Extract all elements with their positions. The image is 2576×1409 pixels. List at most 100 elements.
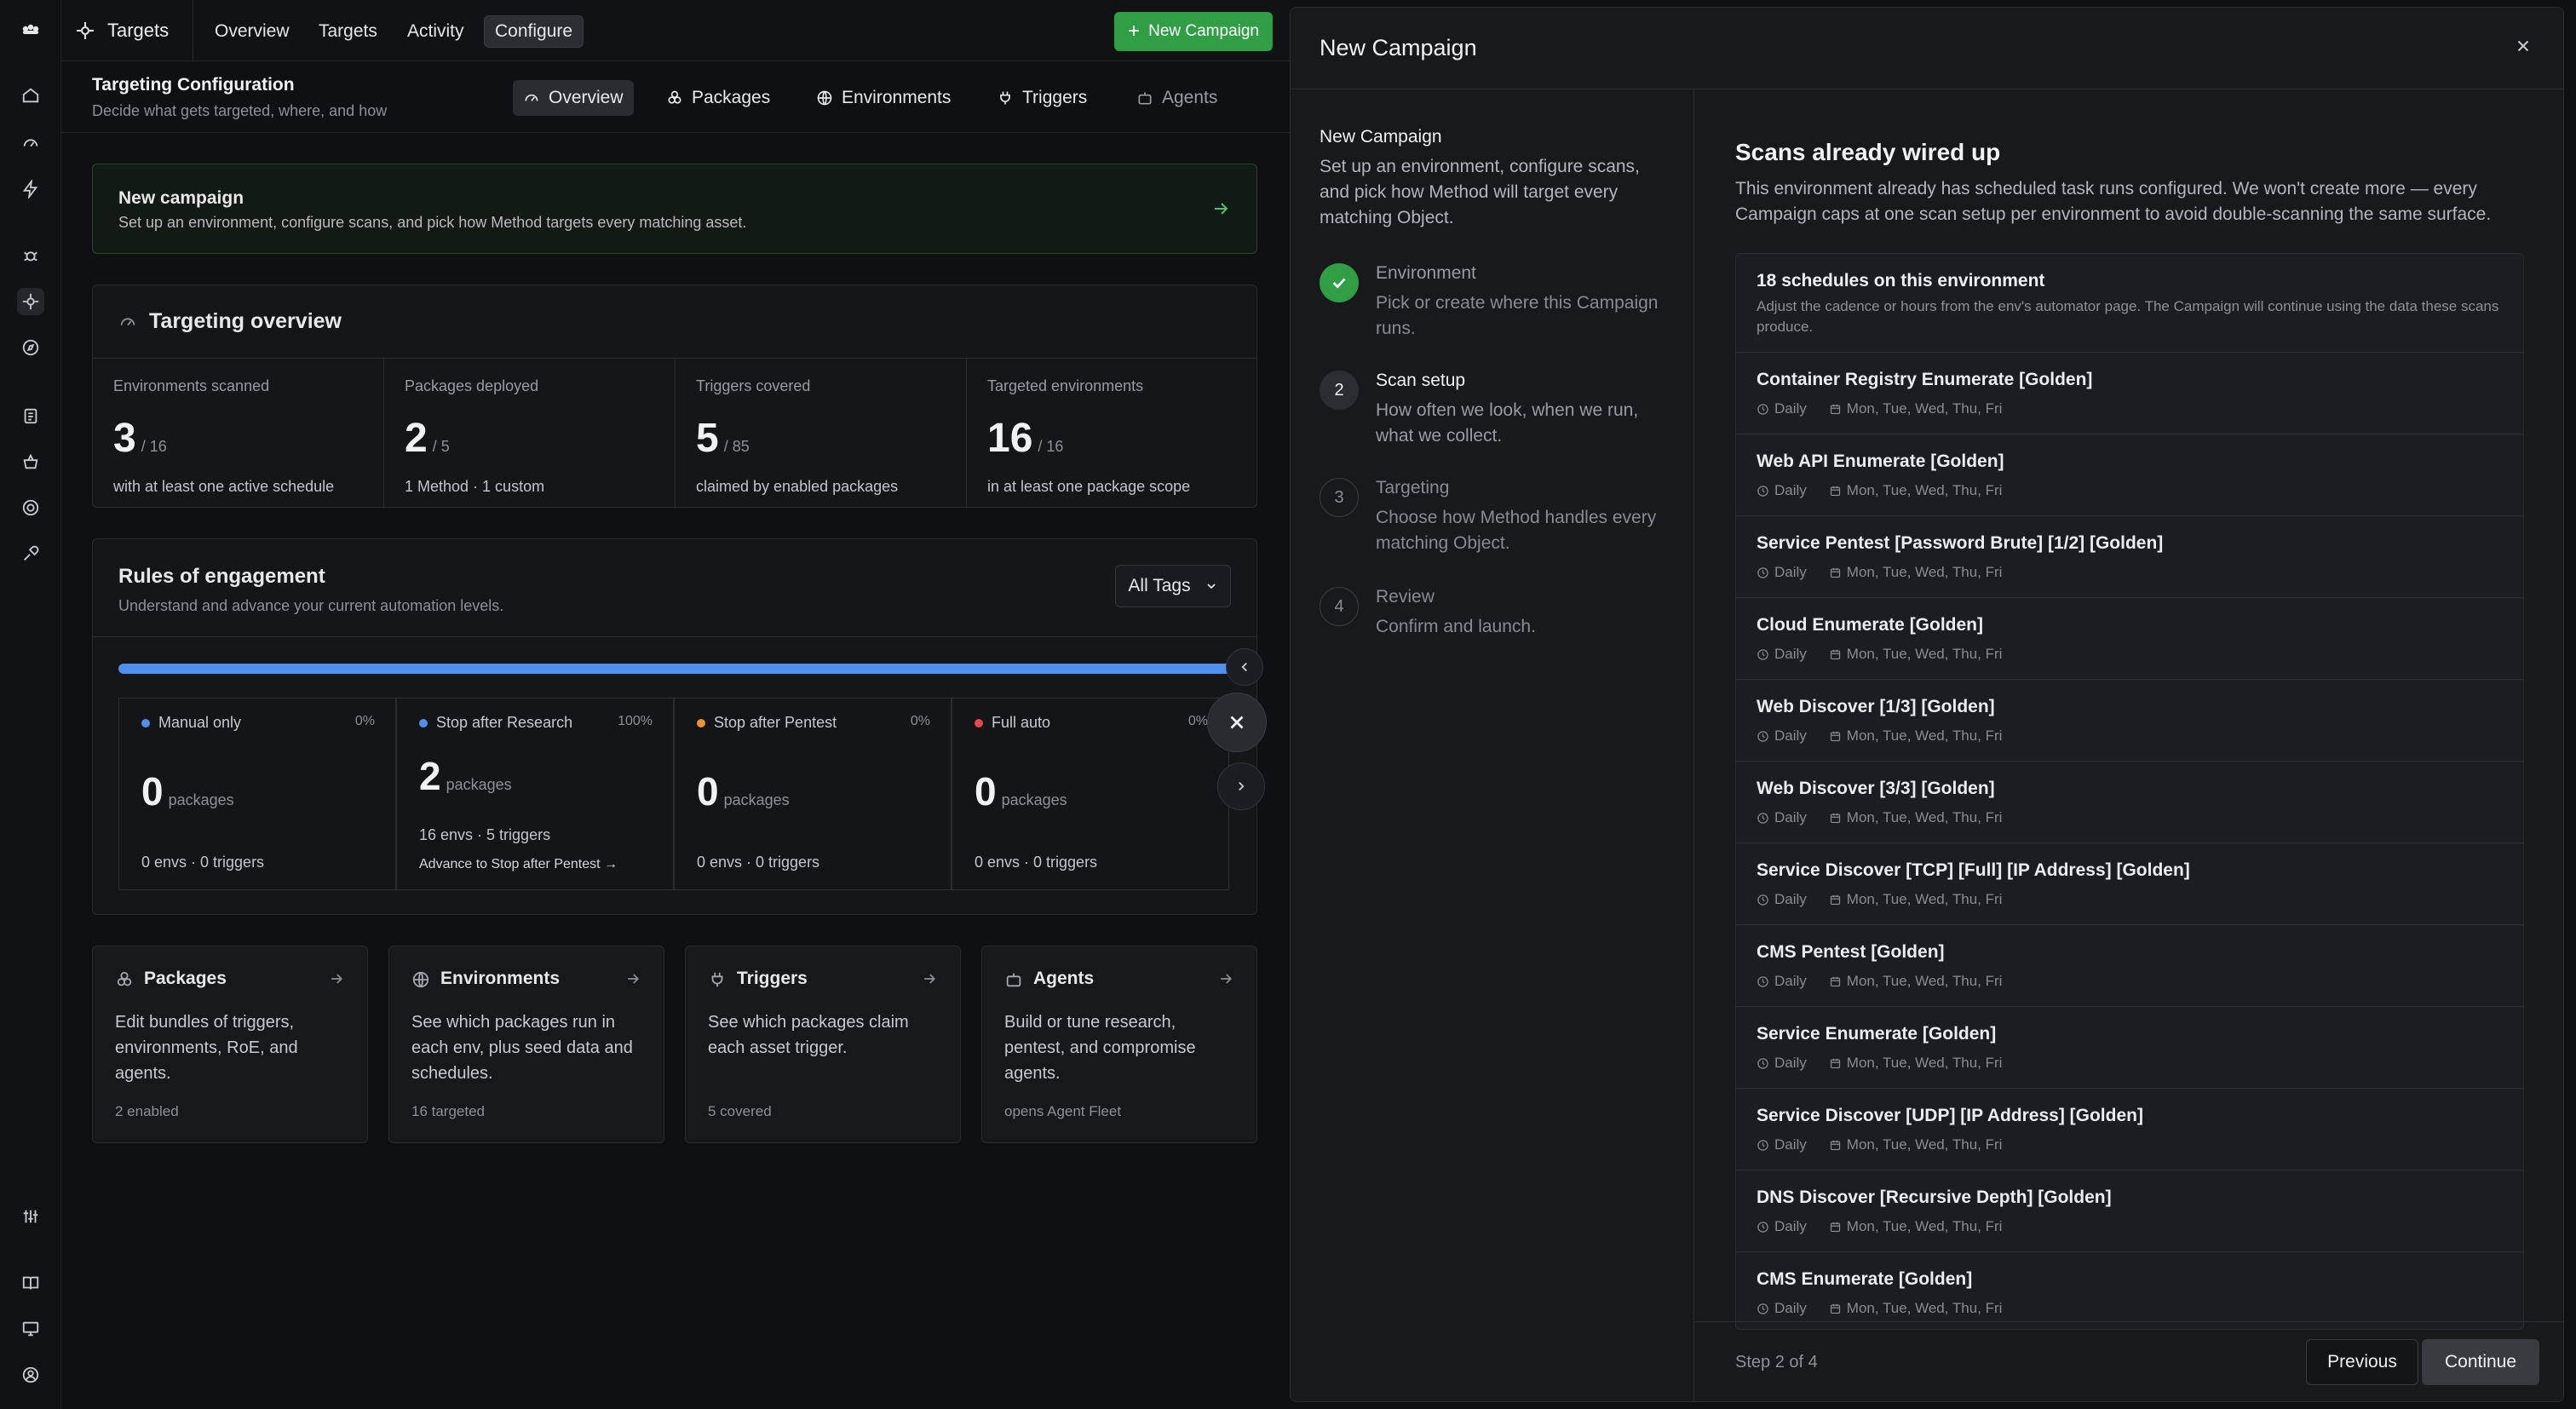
stepper-intro-desc: Set up an environment, configure scans, … [1320,157,1640,227]
schedule-row[interactable]: CMS Pentest [Golden] Daily Mon, Tue, Wed, … [1736,925,2523,1007]
tab-packages[interactable]: Packages [656,80,780,116]
nav-card-title: Triggers [737,969,808,988]
bug-icon[interactable] [17,242,44,269]
schedule-days: Mon, Tue, Wed, Thu, Fri [1846,646,2003,662]
gauge-icon[interactable] [17,129,44,157]
schedule-row[interactable]: Service Discover [UDP] [IP Address] [Gol… [1736,1089,2523,1170]
status-dot [419,718,428,728]
monitor-icon[interactable] [17,1315,44,1343]
user-icon[interactable] [17,1361,44,1389]
clock-icon [1757,1221,1769,1234]
triggers-nav-card[interactable]: Triggers See which packages claim each a… [685,946,961,1143]
agents-nav-card[interactable]: Agents Build or tune research, pentest, … [981,946,1257,1143]
scroll-right-button[interactable] [1217,762,1265,810]
level-name: Full auto [992,714,1051,731]
schedule-meta: Daily Mon, Tue, Wed, Thu, Fri [1757,809,2002,826]
schedule-row[interactable]: Service Discover [TCP] [Full] [IP Addres… [1736,843,2523,925]
level-name-row: Full auto [975,714,1050,732]
environments-nav-card[interactable]: Environments See which packages run in e… [388,946,664,1143]
basket-icon[interactable] [17,448,44,475]
schedule-row[interactable]: Web Discover [1/3] [Golden] Daily Mon, Tue… [1736,680,2523,762]
all-tags-dropdown[interactable]: All Tags [1115,565,1231,607]
schedule-row[interactable]: DNS Discover [Recursive Depth] [Golden] D… [1736,1170,2523,1252]
tools-icon[interactable] [17,540,44,567]
tab-agents[interactable]: Agents [1126,80,1228,116]
step-scan-setup[interactable]: 2 Scan setup How often we look, when we … [1320,371,1677,456]
topnav-overview[interactable]: Overview [204,15,300,48]
tab-environments[interactable]: Environments [806,80,961,116]
schedule-name: Service Discover [UDP] [IP Address] [Gol… [1757,1106,2143,1125]
calendar-icon [1829,975,1842,988]
section-desc: This environment already has scheduled t… [1735,179,2492,224]
nav-card-desc: See which packages run in each env, plus… [411,1013,633,1083]
schedule-row[interactable]: Container Registry Enumerate [Golden] Dai… [1736,353,2523,434]
level-foot: 0 envs · 0 triggers [975,854,1098,871]
new-campaign-button[interactable]: + New Campaign [1114,12,1273,51]
packages-nav-card[interactable]: Packages Edit bundles of triggers, envir… [92,946,368,1143]
targeting-overview-header: Targeting overview [93,285,1256,359]
arrow-right-icon [1217,970,1234,987]
step-number: 4 [1320,587,1359,626]
step-targeting[interactable]: 3 Targeting Choose how Method handles ev… [1320,478,1677,563]
schedule-row[interactable]: Web API Enumerate [Golden] Daily Mon, Tue,… [1736,434,2523,516]
stat-packages-deployed: Packages deployed 2/ 5 1 Method · 1 cust… [384,359,676,509]
schedule-meta: Daily Mon, Tue, Wed, Thu, Fri [1757,564,2002,581]
level-full-auto[interactable]: Full auto 0% 0 packages 0 envs · 0 trigge… [952,698,1229,890]
level-manual-only[interactable]: Manual only 0% 0 packages 0 envs · 0 trig… [118,698,396,890]
targets-icon[interactable] [17,288,44,315]
scan-setup-content: Scans already wired up This environment … [1694,89,2563,1330]
schedule-name: Web Discover [1/3] [Golden] [1757,697,1995,716]
tab-triggers[interactable]: Triggers [986,80,1097,116]
stat-value: 2 [405,416,428,461]
sliders-icon[interactable] [17,1203,44,1230]
nav-card-foot: 5 covered [708,1103,772,1119]
automation-progress-bar [118,664,1231,674]
stat-environments-scanned: Environments scanned 3 / 16 with at least… [93,359,384,509]
schedule-days: Mon, Tue, Wed, Thu, Fri [1846,728,2003,744]
topnav-targets[interactable]: Targets [308,15,388,48]
schedule-row[interactable]: Cloud Enumerate [Golden] Daily Mon, Tue, W… [1736,598,2523,680]
continue-button[interactable]: Continue [2422,1339,2539,1385]
arrow-right-icon [624,970,641,987]
book-icon[interactable] [17,1269,44,1297]
packages-icon [115,970,134,989]
topnav-configure[interactable]: Configure [484,15,584,48]
advance-level-link[interactable]: Advance to Stop after Pentest → [419,857,618,872]
schedule-meta: Daily Mon, Tue, Wed, Thu, Fri [1757,973,2002,990]
topnav-activity[interactable]: Activity [397,15,474,48]
schedules-list[interactable]: 18 schedules on this environment Adjust … [1735,253,2524,1330]
schedule-meta: Daily Mon, Tue, Wed, Thu, Fri [1757,1055,2002,1072]
scroll-left-button[interactable] [1226,648,1263,686]
bot-icon [1004,970,1023,989]
brand[interactable]: Targets [75,0,194,61]
nav-card-desc: See which packages claim each asset trig… [708,1013,909,1057]
globe-icon [411,970,430,989]
tab-overview[interactable]: Overview [513,80,634,116]
schedule-row[interactable]: Web Discover [3/3] [Golden] Daily Mon, Tue… [1736,762,2523,843]
logo-icon[interactable] [17,17,44,44]
lightning-icon[interactable] [17,175,44,203]
radar-icon[interactable] [17,494,44,521]
home-icon[interactable] [17,82,44,109]
level-stop-after-research[interactable]: Stop after Research 100% 2 packages 16 en… [396,698,674,890]
step-number: 2 [1320,371,1359,410]
level-stop-after-pentest[interactable]: Stop after Pentest 0% 0 packages 0 envs ·… [674,698,952,890]
close-overlay-button[interactable] [1207,693,1267,752]
schedule-row[interactable]: Service Pentest [Password Brute] [1/2] [… [1736,516,2523,598]
new-campaign-card[interactable]: New campaign Set up an environment, conf… [92,164,1257,254]
arrow-right-icon [328,970,345,987]
step-review[interactable]: 4 Review Confirm and launch. [1320,587,1677,655]
previous-button[interactable]: Previous [2306,1339,2418,1385]
clipboard-icon[interactable] [17,402,44,429]
compass-icon[interactable] [17,334,44,361]
schedule-row[interactable]: Service Enumerate [Golden] Daily Mon, Tue,… [1736,1007,2523,1089]
globe-icon [816,89,833,106]
new-campaign-panel: New Campaign New Campaign Set up an envi… [1290,7,2564,1402]
all-tags-label: All Tags [1128,576,1191,595]
schedule-row[interactable]: CMS Enumerate [Golden] Daily Mon, Tue, Wed… [1736,1252,2523,1329]
clock-icon [1757,566,1769,579]
level-unit: packages [1001,791,1067,808]
schedule-frequency: Daily [1774,891,1807,907]
close-panel-button[interactable] [2514,37,2533,55]
step-environment[interactable]: Environment Pick or create where this Ca… [1320,263,1677,348]
